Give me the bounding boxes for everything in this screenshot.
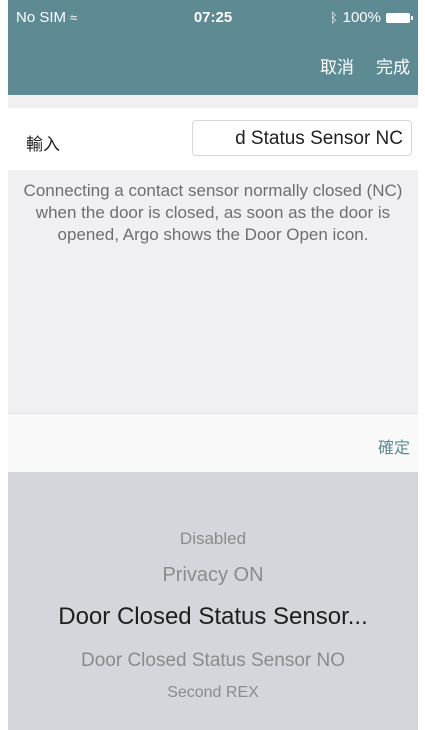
screen: No SIM ≈ 07:25 ᛒ 100% 取消 完成 輸入 d Status S… [8,0,418,730]
cancel-button[interactable]: 取消 [320,53,354,78]
picker-option-privacy-on[interactable]: Privacy ON [8,564,418,587]
picker-option-disabled[interactable]: Disabled [8,529,418,549]
navigation-bar: No SIM ≈ 07:25 ᛒ 100% 取消 完成 [8,0,418,95]
done-button[interactable]: 完成 [376,53,410,78]
input-field[interactable]: d Status Sensor NC [192,120,412,156]
option-picker[interactable]: Disabled Privacy ON Door Closed Status S… [8,472,418,730]
input-label: 輸入 [26,135,60,154]
picker-option-selected[interactable]: Door Closed Status Sensor... [8,603,418,631]
input-row: 輸入 d Status Sensor NC [8,108,418,170]
confirm-button[interactable]: 確定 [378,434,410,458]
picker-option-second-rex[interactable]: Second REX [8,684,418,702]
confirm-toolbar: 確定 [8,413,418,472]
battery-percent: 100% [342,9,381,26]
bluetooth-icon: ᛒ [329,10,338,25]
picker-option-door-closed-no[interactable]: Door Closed Status Sensor NO [8,650,418,672]
battery-icon [386,12,413,23]
status-battery-area: ᛒ 100% [329,9,413,26]
description-text: Connecting a contact sensor normally clo… [23,181,403,244]
